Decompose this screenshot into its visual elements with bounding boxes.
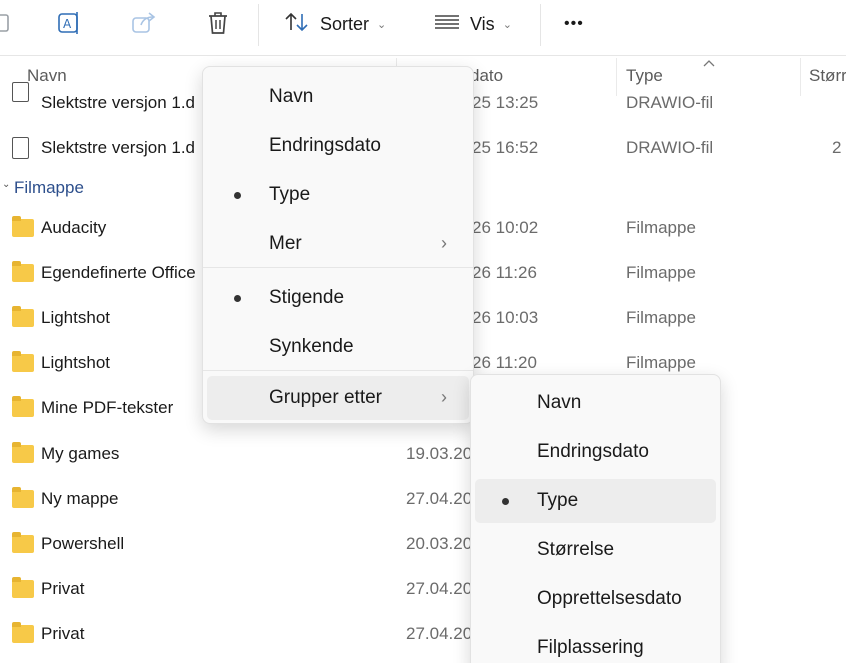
menu-item-label: Mer: [269, 233, 302, 254]
sort-menu-item-mer[interactable]: Mer ›: [207, 222, 469, 266]
folder-icon: [12, 442, 34, 463]
group-menu-item-endringsdato[interactable]: Endringsdato: [475, 430, 716, 474]
share-icon[interactable]: [130, 8, 158, 38]
sort-ascending-icon: [703, 54, 715, 72]
sort-button[interactable]: Sorter ⌄: [284, 8, 386, 40]
folder-date: 27.04.20: [406, 489, 473, 508]
file-size: 2: [832, 138, 842, 157]
chevron-down-icon: ⌄: [502, 18, 512, 31]
folder-date: 20.03.20: [406, 534, 473, 553]
folder-icon: [12, 487, 34, 508]
folder-icon: [12, 261, 34, 282]
menu-item-label: Stigende: [269, 287, 345, 308]
selected-bullet-icon: [234, 192, 241, 199]
document-icon: [12, 137, 29, 159]
folder-icon: [12, 577, 34, 598]
view-button[interactable]: Vis ⌄: [434, 8, 512, 40]
menu-item-label: Navn: [269, 86, 314, 107]
folder-icon: [12, 306, 34, 327]
toolbar-separator: [540, 4, 541, 46]
folder-icon: [12, 532, 34, 553]
more-options-button[interactable]: •••: [564, 8, 584, 40]
chevron-right-icon: ›: [441, 387, 447, 407]
sort-button-label: Sorter: [320, 13, 370, 34]
sort-menu-item-synkende[interactable]: Synkende: [207, 325, 469, 369]
folder-icon: [12, 622, 34, 643]
file-name: Slektstre versjon 1.d: [41, 138, 196, 157]
menu-separator: [203, 267, 473, 268]
folder-name: Egendefinerte Office: [41, 263, 196, 282]
group-menu-item-navn[interactable]: Navn: [475, 381, 716, 425]
svg-text:A: A: [63, 17, 72, 31]
selected-bullet-icon: [234, 295, 241, 302]
sort-icon: [284, 10, 310, 39]
toolbar-separator: [258, 4, 259, 46]
folder-name: Audacity: [41, 218, 107, 237]
chevron-down-icon: ⌄: [2, 179, 11, 190]
menu-item-label: Navn: [537, 392, 582, 413]
folder-date: 27.04.20: [406, 579, 473, 598]
sort-menu-item-type[interactable]: Type: [207, 173, 469, 217]
menu-item-label: Grupper etter: [269, 387, 382, 408]
folder-name: Mine PDF-tekster: [41, 398, 174, 417]
menu-item-label: Størrelse: [537, 539, 615, 560]
folder-name: Lightshot: [41, 353, 110, 372]
menu-item-label: Endringsdato: [537, 441, 649, 462]
folder-type: Filmappe: [626, 263, 696, 282]
group-menu-item-type[interactable]: Type: [475, 479, 716, 523]
menu-item-label: Synkende: [269, 336, 354, 357]
sort-menu-item-navn[interactable]: Navn: [207, 75, 469, 119]
folder-name: Ny mappe: [41, 489, 119, 508]
menu-item-label: Type: [537, 490, 579, 511]
folder-name: Powershell: [41, 534, 125, 553]
chevron-right-icon: ›: [441, 233, 447, 253]
folder-date: 26 10:03: [472, 308, 539, 327]
folder-date: 26 11:26: [472, 263, 537, 282]
menu-item-label: Endringsdato: [269, 135, 381, 156]
more-icon: •••: [564, 15, 584, 32]
folder-icon: [12, 216, 34, 237]
view-button-label: Vis: [470, 13, 495, 34]
folder-icon: [12, 396, 34, 417]
sort-menu-item-endringsdato[interactable]: Endringsdato: [207, 124, 469, 168]
folder-type: Filmappe: [626, 308, 696, 327]
group-menu-item-filplassering[interactable]: Filplassering: [475, 626, 716, 663]
file-type: DRAWIO-fil: [626, 93, 714, 112]
folder-name: Privat: [41, 624, 85, 643]
menu-item-label: Type: [269, 184, 311, 205]
folder-name: Privat: [41, 579, 85, 598]
chevron-down-icon: ⌄: [377, 18, 387, 31]
sort-menu: Navn Endringsdato Type Mer › Stigende Sy…: [202, 66, 474, 424]
selected-bullet-icon: [502, 498, 509, 505]
sort-menu-item-grupper-etter[interactable]: Grupper etter ›: [207, 376, 469, 420]
folder-icon: [12, 351, 34, 372]
copy-icon[interactable]: [0, 8, 16, 38]
file-date: 25 13:25: [472, 93, 539, 112]
folder-date: 19.03.20: [406, 444, 473, 463]
view-icon: [434, 12, 460, 37]
toolbar-divider: [0, 55, 846, 56]
menu-separator: [203, 370, 473, 371]
folder-date: 26 11:20: [472, 353, 537, 372]
menu-item-label: Filplassering: [537, 637, 644, 658]
command-bar: A Sorter ⌄ Vis ⌄ •••: [0, 0, 846, 52]
file-date: 25 16:52: [472, 138, 539, 157]
file-type: DRAWIO-fil: [626, 138, 714, 157]
file-name: Slektstre versjon 1.d: [41, 93, 196, 112]
folder-type: Filmappe: [626, 218, 696, 237]
group-header-label: Filmappe: [14, 178, 84, 197]
group-menu-item-opprettelsesdato[interactable]: Opprettelsesdato: [475, 577, 716, 621]
document-icon: [12, 82, 29, 102]
rename-icon[interactable]: A: [56, 8, 84, 38]
sort-menu-item-stigende[interactable]: Stigende: [207, 276, 469, 320]
group-by-submenu: Navn Endringsdato Type Størrelse Opprett…: [470, 374, 721, 663]
folder-date: 26 10:02: [472, 218, 539, 237]
menu-item-label: Opprettelsesdato: [537, 588, 682, 609]
folder-date: 27.04.20: [406, 624, 473, 643]
folder-name: Lightshot: [41, 308, 110, 327]
delete-icon[interactable]: [204, 8, 232, 38]
group-menu-item-storrelse[interactable]: Størrelse: [475, 528, 716, 572]
folder-type: Filmappe: [626, 353, 696, 372]
folder-name: My games: [41, 444, 120, 463]
